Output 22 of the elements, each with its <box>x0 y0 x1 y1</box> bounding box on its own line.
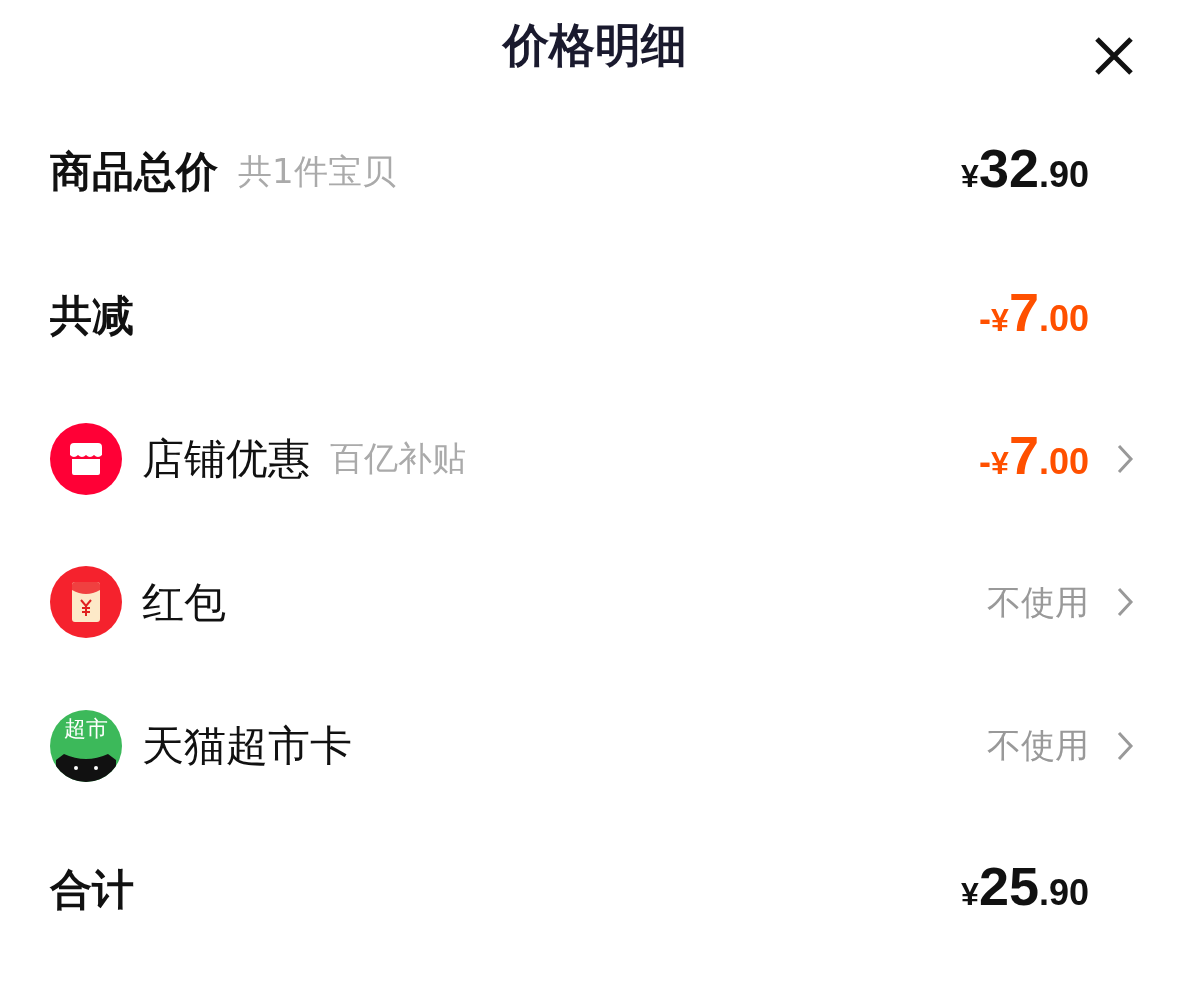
chevron-right-icon[interactable] <box>1115 442 1135 475</box>
price: ¥32.90 <box>961 141 1089 201</box>
envelope-icon <box>50 566 122 639</box>
chevron-right-icon[interactable] <box>1115 729 1135 762</box>
row-label: 店铺优惠 <box>142 433 310 486</box>
row-value: 不使用 <box>987 580 1089 624</box>
price: ¥25.90 <box>961 858 1089 918</box>
row-label: 共减 <box>50 289 134 342</box>
price: -¥7.00 <box>979 284 1089 344</box>
price: -¥7.00 <box>979 428 1089 488</box>
supermarket-icon: 超市 <box>50 709 122 782</box>
close-icon[interactable] <box>1094 36 1134 76</box>
shop-icon <box>50 422 122 495</box>
row-label: 天猫超市卡 <box>142 720 352 773</box>
row-label: 红包 <box>142 576 226 629</box>
row-note: 共1件宝贝 <box>238 150 396 194</box>
row-value: 不使用 <box>987 724 1089 768</box>
chevron-right-icon[interactable] <box>1115 586 1135 619</box>
row-label: 合计 <box>50 863 134 916</box>
page-title: 价格明细 <box>502 16 687 74</box>
row-note: 百亿补贴 <box>330 437 466 481</box>
row-label: 商品总价 <box>50 146 218 199</box>
